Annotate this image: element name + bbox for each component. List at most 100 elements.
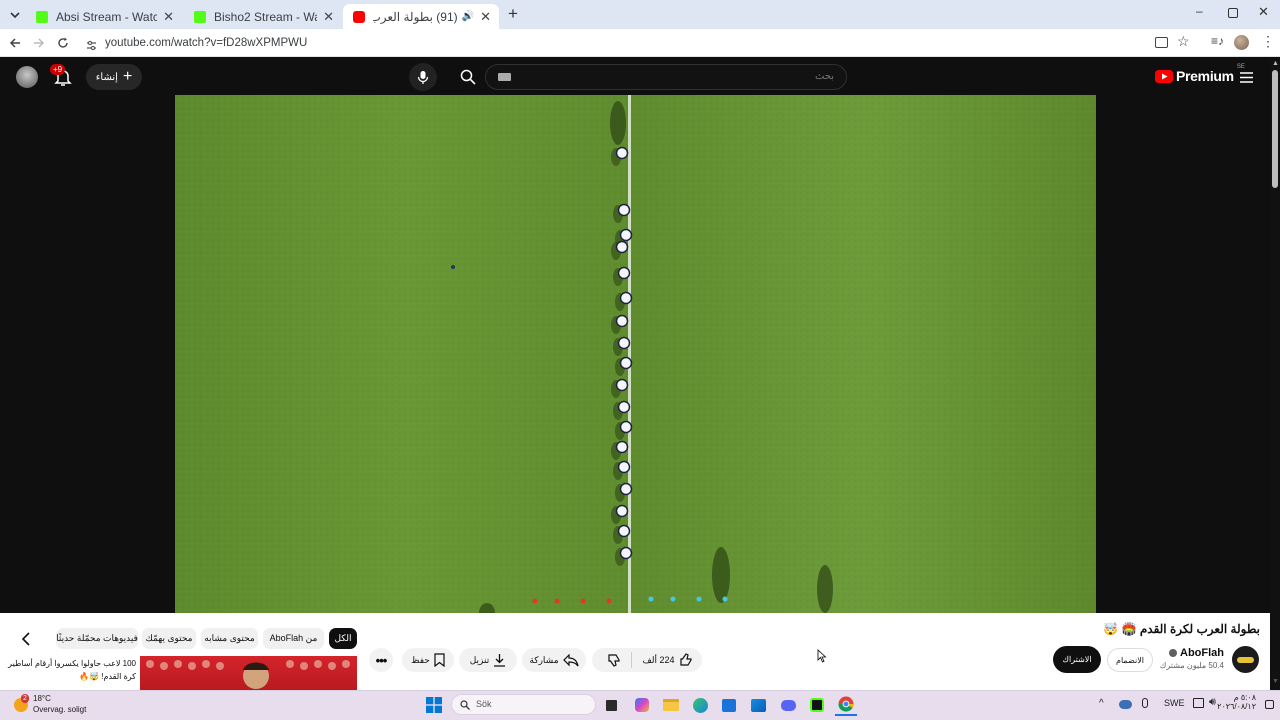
browser-tab-3-active[interactable]: (91) بطولة العرب لكرة القدم 🔊 ✕: [343, 4, 499, 29]
restore-button[interactable]: [1228, 8, 1238, 18]
subscribe-button[interactable]: الاشتراك: [1053, 646, 1101, 673]
back-button[interactable]: [5, 33, 25, 53]
search-icon: [460, 69, 476, 85]
clock[interactable]: ٥:٠٨ م ٢٠٢٦/٠٨/١٢: [1217, 693, 1256, 711]
close-icon[interactable]: ✕: [323, 9, 334, 25]
share-button[interactable]: مشاركة: [522, 648, 586, 672]
player-figure: [619, 291, 633, 305]
youtube-premium-logo[interactable]: Premium SE: [1155, 64, 1245, 84]
windows-logo-icon: [426, 697, 442, 713]
download-button[interactable]: تنزيل: [459, 648, 517, 672]
save-button[interactable]: حفظ: [402, 648, 454, 672]
media-control-icon[interactable]: ≡♪: [1211, 34, 1224, 48]
notification-badge: +9: [50, 64, 66, 75]
chip-recent[interactable]: فيديوهات محمّلة حديثًا: [56, 628, 138, 649]
chip-for-you[interactable]: محتوى يهمّك: [142, 628, 196, 649]
close-window-button[interactable]: ✕: [1258, 4, 1269, 20]
volume-icon[interactable]: 🔊︎: [1209, 696, 1216, 709]
notifications-button[interactable]: +9: [50, 64, 74, 88]
reload-button[interactable]: [53, 33, 73, 53]
kick-app-icon[interactable]: [806, 694, 828, 716]
keyboard-icon[interactable]: [498, 73, 511, 81]
task-view-icon[interactable]: [600, 694, 622, 716]
file-explorer-icon[interactable]: [660, 694, 682, 716]
forward-button[interactable]: [29, 33, 49, 53]
bookmark-star-icon[interactable]: ☆: [1177, 33, 1190, 50]
download-icon: [494, 654, 506, 667]
discord-icon[interactable]: [777, 694, 799, 716]
chips-prev-button[interactable]: [18, 630, 34, 648]
mic-icon: [417, 70, 429, 84]
chrome-icon[interactable]: [835, 694, 857, 716]
search-button[interactable]: [451, 64, 485, 90]
notification-center-icon[interactable]: [1265, 700, 1274, 709]
player-figure: [615, 146, 629, 160]
search-input[interactable]: بحث: [485, 64, 847, 90]
chip-all[interactable]: الكل: [329, 628, 357, 649]
more-horizontal-icon: •••: [375, 652, 388, 668]
create-button[interactable]: إنشاء +: [86, 64, 142, 90]
hamburger-icon: [1240, 72, 1253, 83]
browser-tab-1[interactable]: Absi Stream - Watch Live on Ki ✕: [26, 4, 182, 29]
more-actions-button[interactable]: •••: [369, 648, 393, 672]
store-icon[interactable]: [718, 694, 740, 716]
player-figure: [619, 482, 633, 496]
edge-icon[interactable]: [689, 694, 711, 716]
video-frame: [175, 95, 1096, 613]
chip-label: فيديوهات محمّلة حديثًا: [56, 633, 138, 643]
microphone-tray-icon[interactable]: [1142, 698, 1148, 708]
profile-avatar[interactable]: [1234, 35, 1249, 50]
minimize-button[interactable]: –: [1196, 4, 1210, 22]
recommendation-thumbnail[interactable]: [140, 656, 357, 690]
reload-icon: [58, 37, 68, 48]
guide-menu-button[interactable]: [1240, 70, 1253, 83]
copilot-icon[interactable]: [631, 694, 653, 716]
site-info-icon[interactable]: [86, 38, 97, 51]
channel-avatar[interactable]: [1232, 646, 1259, 673]
display-tray-icon[interactable]: [1193, 698, 1204, 708]
voice-search-button[interactable]: [409, 63, 437, 91]
like-dislike-group: 224 ألف: [592, 648, 702, 672]
tab-search-button[interactable]: [6, 6, 24, 24]
arrow-right-icon: [34, 38, 45, 48]
chip-related[interactable]: محتوى مشابه: [201, 628, 258, 649]
keyboard-language[interactable]: SWE: [1164, 698, 1185, 708]
scrollbar-thumb[interactable]: [1272, 70, 1278, 188]
bookmark-icon: [434, 653, 445, 667]
taskbar-search-placeholder: Sök: [476, 699, 492, 709]
onedrive-icon[interactable]: [1119, 700, 1132, 709]
tray-overflow-icon[interactable]: ^: [1099, 698, 1104, 709]
search-icon: [460, 700, 470, 710]
join-button[interactable]: الانضمام: [1107, 648, 1153, 672]
browser-tab-2[interactable]: Bisho2 Stream - Watch Live on ✕: [184, 4, 342, 29]
like-button[interactable]: 224 ألف: [636, 653, 692, 667]
like-count: 224 ألف: [642, 654, 675, 665]
dislike-button[interactable]: [601, 653, 627, 667]
taskbar-search-input[interactable]: Sök: [451, 694, 596, 715]
player-figure: [617, 266, 631, 280]
outlook-icon[interactable]: [747, 694, 769, 716]
url-text[interactable]: youtube.com/watch?v=fD28wXPMPWU: [105, 37, 307, 49]
chevron-down-icon: [10, 12, 20, 19]
scroll-up-arrow[interactable]: ▲: [1272, 60, 1279, 67]
close-icon[interactable]: ✕: [480, 9, 491, 25]
close-icon[interactable]: ✕: [163, 9, 174, 25]
speaker-icon[interactable]: 🔊: [462, 11, 474, 22]
new-tab-button[interactable]: +: [504, 4, 522, 23]
sunglasses-icon: [1237, 656, 1254, 663]
youtube-icon: [353, 10, 365, 23]
browser-menu-icon[interactable]: ⋮: [1261, 33, 1275, 50]
chip-from-channel[interactable]: من AboFlah: [263, 628, 324, 649]
chip-label: محتوى يهمّك: [145, 633, 193, 643]
recommendation-title-line2: كرة القدم! 🤯🔥: [79, 672, 136, 681]
channel-name[interactable]: AboFlah: [1169, 647, 1224, 659]
start-button[interactable]: [423, 694, 445, 716]
weather-desc: Overvag. soligt: [33, 705, 87, 714]
page-scrollbar[interactable]: ▲ ▼: [1270, 60, 1280, 690]
video-player[interactable]: [175, 95, 1096, 613]
weather-widget[interactable]: 2 18°C Overvag. soligt: [12, 693, 112, 717]
account-avatar[interactable]: [16, 66, 38, 88]
recommendation-title[interactable]: 100 لاعب حاولوا يكسروا أرقام أساطير كرة …: [8, 657, 136, 683]
install-app-icon[interactable]: [1155, 37, 1168, 48]
scroll-down-arrow[interactable]: ▼: [1272, 678, 1279, 685]
